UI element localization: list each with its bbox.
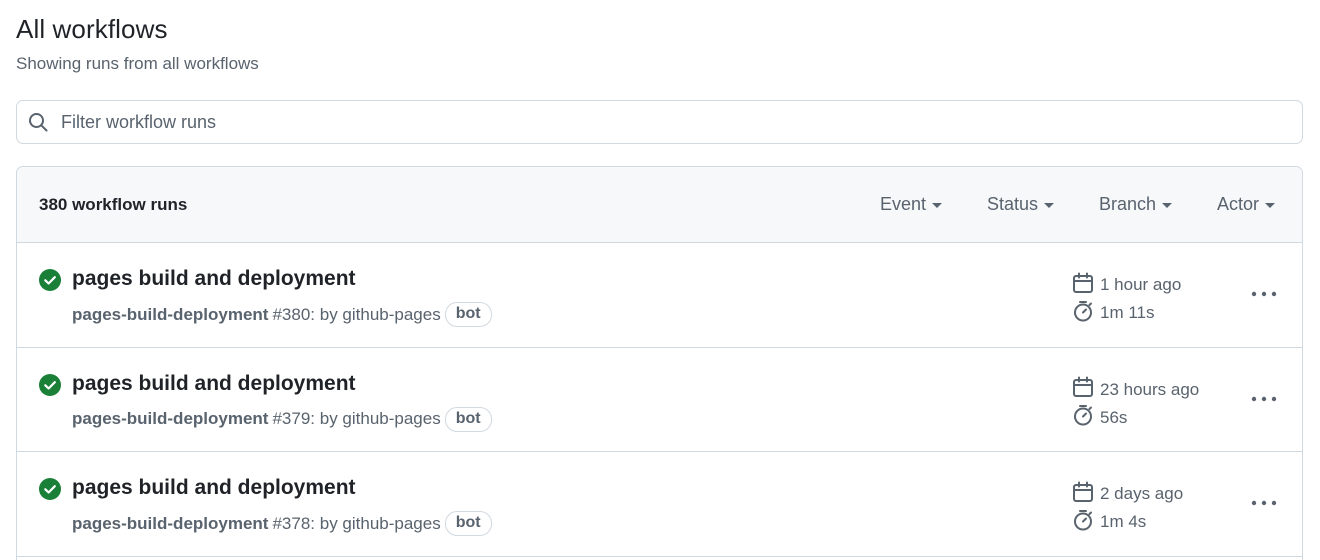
run-duration: 56s xyxy=(1100,407,1128,427)
run-title-link[interactable]: pages build and deployment xyxy=(72,372,356,396)
workflow-run-row[interactable]: pages build and deployment pages-build-d… xyxy=(17,347,1302,452)
event-filter-menu[interactable]: Event xyxy=(880,194,943,215)
run-more-actions-button[interactable] xyxy=(1249,388,1279,410)
event-filter-label: Event xyxy=(880,194,927,214)
caret-down-icon xyxy=(1265,203,1276,208)
workflow-name: pages-build-deployment xyxy=(72,513,269,533)
caret-down-icon xyxy=(932,203,943,208)
workflow-name: pages-build-deployment xyxy=(72,409,269,428)
kebab-horizontal-icon xyxy=(1251,500,1277,506)
run-time-ago: 1 hour ago xyxy=(1100,275,1182,294)
bot-badge: bot xyxy=(444,406,492,432)
run-timing: 2 days ago 1m 4s xyxy=(1072,480,1183,536)
workflow-run-row[interactable]: pages build and deployment pages-build-d… xyxy=(17,243,1302,348)
stopwatch-icon xyxy=(1072,300,1100,327)
run-reference: #378: by github-pages xyxy=(272,513,441,533)
workflow-runs-list: 380 workflow runs Event Status Branch Ac… xyxy=(16,166,1303,560)
check-circle-fill-icon xyxy=(39,269,61,291)
kebab-horizontal-icon xyxy=(1251,396,1277,401)
run-more-actions-button[interactable] xyxy=(1249,492,1279,514)
run-timing: 23 hours ago 56s xyxy=(1072,376,1199,432)
run-reference: #380: by github-pages xyxy=(272,304,441,324)
run-reference: #379: by github-pages xyxy=(272,409,441,428)
run-time-ago: 23 hours ago xyxy=(1100,379,1200,399)
actor-filter-label: Actor xyxy=(1217,194,1260,214)
bot-badge: bot xyxy=(444,511,492,536)
run-meta: pages-build-deployment #379: by github-p… xyxy=(72,406,492,432)
caret-down-icon xyxy=(1044,203,1055,208)
status-filter-menu[interactable]: Status xyxy=(987,194,1055,215)
page-subtitle: Showing runs from all workflows xyxy=(16,54,259,73)
workflow-runs-page: All workflows Showing runs from all work… xyxy=(0,0,1320,560)
run-meta: pages-build-deployment #378: by github-p… xyxy=(72,511,492,536)
calendar-icon xyxy=(1072,481,1100,508)
workflow-name: pages-build-deployment xyxy=(72,304,269,324)
runs-list-header: 380 workflow runs Event Status Branch Ac… xyxy=(17,167,1302,243)
page-title: All workflows xyxy=(16,14,168,44)
caret-down-icon xyxy=(1162,203,1173,208)
run-more-actions-button[interactable] xyxy=(1249,283,1279,305)
run-time-ago: 2 days ago xyxy=(1100,484,1184,503)
branch-filter-label: Branch xyxy=(1099,194,1157,214)
check-circle-fill-icon xyxy=(39,478,61,500)
calendar-icon xyxy=(1072,376,1100,403)
branch-filter-menu[interactable]: Branch xyxy=(1099,194,1173,215)
run-title-link[interactable]: pages build and deployment xyxy=(72,476,356,500)
run-duration: 1m 4s xyxy=(1100,512,1147,531)
run-duration: 1m 11s xyxy=(1100,303,1155,322)
status-filter-label: Status xyxy=(987,194,1039,214)
check-circle-fill-icon xyxy=(39,373,61,396)
filter-box xyxy=(16,100,1303,144)
runs-count: 380 workflow runs xyxy=(39,195,188,214)
actor-filter-menu[interactable]: Actor xyxy=(1217,194,1276,215)
filter-workflow-runs-input[interactable] xyxy=(61,111,1261,133)
search-icon xyxy=(27,110,51,134)
run-meta: pages-build-deployment #380: by github-p… xyxy=(72,302,492,327)
run-title-link[interactable]: pages build and deployment xyxy=(72,267,356,291)
workflow-run-row[interactable]: pages build and deployment pages-build-d… xyxy=(17,452,1302,557)
stopwatch-icon xyxy=(1072,404,1100,431)
calendar-icon xyxy=(1072,272,1100,299)
stopwatch-icon xyxy=(1072,509,1100,536)
kebab-horizontal-icon xyxy=(1251,291,1277,297)
run-timing: 1 hour ago 1m 11s xyxy=(1072,271,1181,327)
bot-badge: bot xyxy=(444,302,492,327)
